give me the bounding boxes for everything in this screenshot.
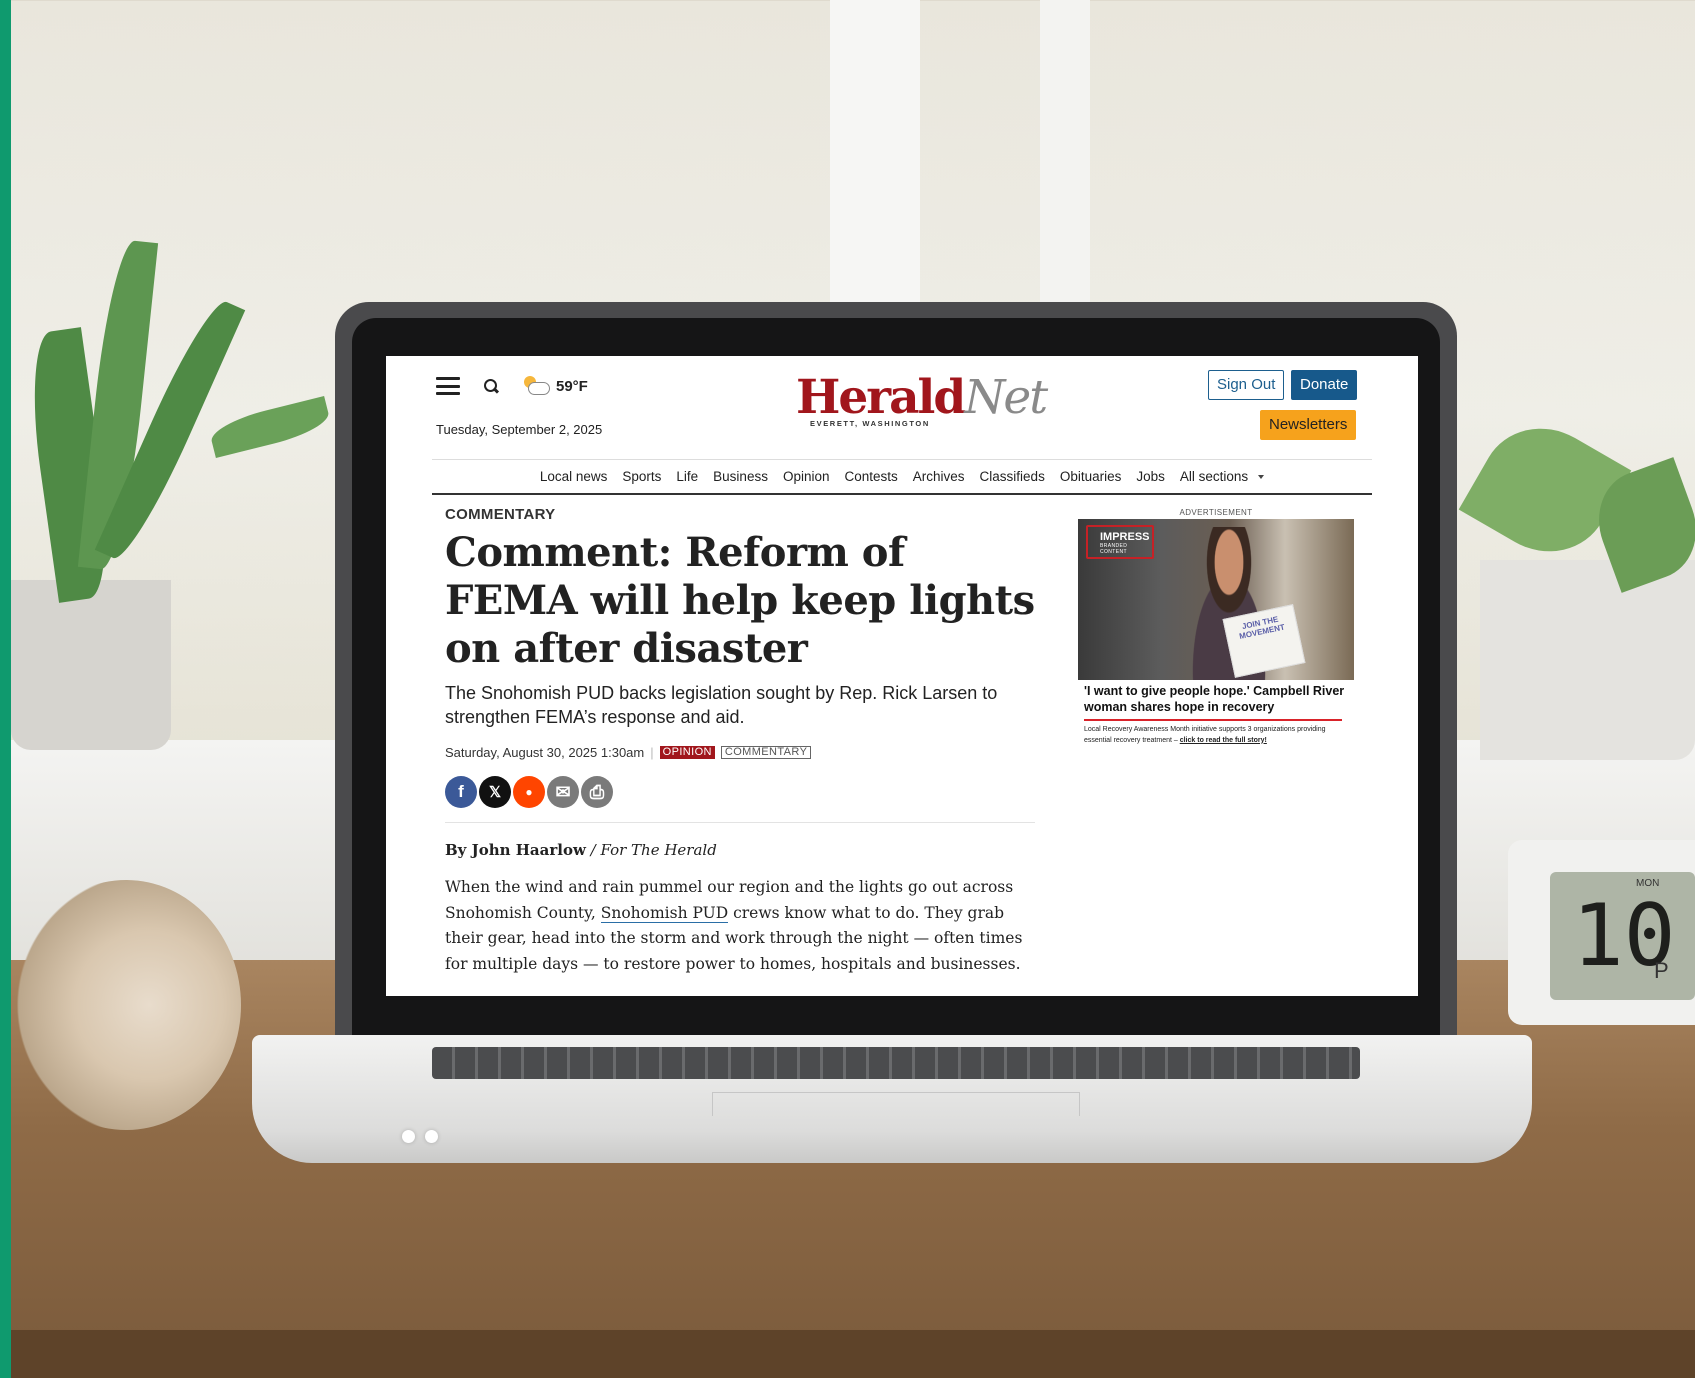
- article-timestamp: Saturday, August 30, 2025 1:30am: [445, 745, 645, 760]
- browser-viewport: 59°F Tuesday, September 2, 2025 HeraldNe…: [386, 356, 1418, 996]
- x-share-icon[interactable]: 𝕏: [479, 776, 511, 808]
- laptop-keyboard: [432, 1047, 1360, 1079]
- plant-leaf: [207, 395, 333, 459]
- share-bar: f 𝕏 ● ✉ ⎙: [445, 776, 1035, 808]
- clock-display: 10:: [1550, 872, 1695, 1000]
- sidebar-ad[interactable]: ADVERTISEMENT IMPRESS BRANDED CONTENT JOI…: [1078, 508, 1354, 746]
- window-frame: [1040, 0, 1090, 310]
- logo-accent: Net: [964, 370, 1048, 425]
- nav-classifieds[interactable]: Classifieds: [980, 469, 1045, 484]
- donate-button[interactable]: Donate: [1291, 370, 1358, 400]
- ad-image[interactable]: IMPRESS BRANDED CONTENT JOIN THE MOVEMENT: [1078, 519, 1354, 680]
- header-tools: 59°F: [436, 376, 588, 396]
- nav-all-sections-label: All sections: [1179, 469, 1249, 484]
- meta-divider: |: [650, 745, 654, 760]
- article-headline: Comment: Reform of FEMA will help keep l…: [445, 529, 1035, 672]
- ad-title[interactable]: 'I want to give people hope.' Campbell R…: [1078, 683, 1354, 715]
- article-meta: Saturday, August 30, 2025 1:30am | OPINI…: [445, 745, 1035, 760]
- divider: [445, 822, 1035, 823]
- weather-temp: 59°F: [556, 377, 588, 395]
- snohomish-pud-link[interactable]: Snohomish PUD: [600, 903, 729, 923]
- section-nav: Local news Sports Life Business Opinion …: [432, 459, 1372, 495]
- newsletters-button[interactable]: Newsletters: [1260, 410, 1357, 440]
- plant-pot-left: [11, 580, 171, 750]
- ad-text: Local Recovery Awareness Month initiativ…: [1078, 724, 1354, 746]
- nav-local-news[interactable]: Local news: [540, 469, 608, 484]
- tag-commentary[interactable]: COMMENTARY: [720, 746, 812, 759]
- nav-life[interactable]: Life: [676, 469, 698, 484]
- nav-obituaries[interactable]: Obituaries: [1060, 469, 1122, 484]
- weather-widget[interactable]: 59°F: [522, 376, 588, 396]
- current-date: Tuesday, September 2, 2025: [436, 422, 603, 437]
- reddit-share-icon[interactable]: ●: [513, 776, 545, 808]
- facebook-share-icon[interactable]: f: [445, 776, 477, 808]
- partly-cloudy-icon: [522, 376, 550, 396]
- left-accent-strip: [0, 0, 11, 1378]
- impress-logo: IMPRESS BRANDED CONTENT: [1086, 525, 1154, 559]
- nav-business[interactable]: Business: [713, 469, 768, 484]
- article-kicker[interactable]: COMMENTARY: [445, 506, 1035, 523]
- logo-main: Herald: [796, 370, 966, 425]
- status-led: [402, 1130, 415, 1143]
- article-paragraph: When the wind and rain pummel our region…: [445, 875, 1035, 977]
- impress-brand-sub: BRANDED CONTENT: [1100, 543, 1128, 555]
- sign-out-button[interactable]: Sign Out: [1208, 370, 1285, 400]
- print-icon[interactable]: ⎙: [581, 776, 613, 808]
- tag-opinion[interactable]: OPINION: [659, 746, 715, 759]
- article-byline: By John Haarlow / For The Herald: [445, 841, 1035, 859]
- byline-separator: /: [585, 841, 601, 859]
- site-logo[interactable]: HeraldNet EVERETT, WASHINGTON: [796, 370, 1048, 428]
- desk-edge: [11, 1330, 1695, 1378]
- nav-sports[interactable]: Sports: [622, 469, 661, 484]
- nav-opinion[interactable]: Opinion: [783, 469, 830, 484]
- status-led: [425, 1130, 438, 1143]
- article-dek: The Snohomish PUD backs legislation soug…: [445, 683, 998, 727]
- byline-author: By John Haarlow: [445, 841, 586, 859]
- email-share-icon[interactable]: ✉: [547, 776, 579, 808]
- nav-jobs[interactable]: Jobs: [1136, 469, 1165, 484]
- laptop-trackpad: [712, 1092, 1080, 1116]
- clock-day: MON: [1636, 878, 1660, 889]
- headphones: [11, 880, 241, 1130]
- nav-all-sections[interactable]: All sections: [1179, 469, 1265, 484]
- byline-affiliation: For The Herald: [600, 841, 717, 859]
- nav-contests[interactable]: Contests: [845, 469, 898, 484]
- ad-cta-link[interactable]: click to read the full story!: [1180, 737, 1267, 744]
- ad-label: ADVERTISEMENT: [1179, 508, 1253, 517]
- clock-digits: 10:: [1572, 886, 1695, 986]
- search-icon[interactable]: [484, 379, 498, 393]
- clock-ampm: P: [1654, 958, 1669, 983]
- menu-icon[interactable]: [436, 377, 460, 395]
- caret-down-icon: [1258, 475, 1265, 480]
- impress-brand: IMPRESS: [1100, 531, 1150, 543]
- ad-divider: [1084, 719, 1342, 721]
- plant-pot-right: [1480, 560, 1695, 760]
- nav-archives[interactable]: Archives: [913, 469, 965, 484]
- window-frame: [830, 0, 920, 310]
- article: COMMENTARY Comment: Reform of FEMA will …: [445, 506, 1035, 977]
